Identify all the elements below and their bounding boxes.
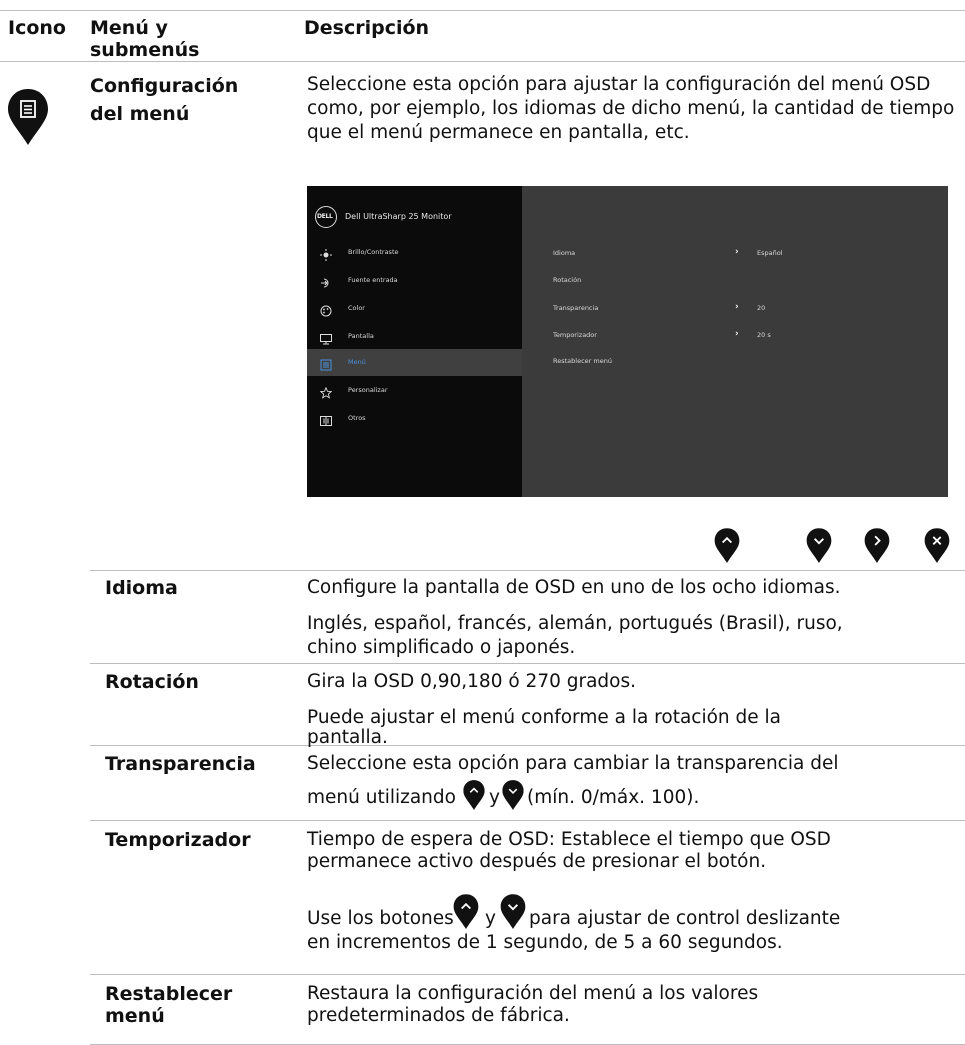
osd-submenu-reset: Restablecer menú bbox=[553, 357, 612, 365]
row-timer-line3b: y bbox=[485, 908, 496, 929]
row-name-language: Idioma bbox=[105, 577, 178, 599]
row-transparency-line2c: (mín. 0/máx. 100). bbox=[527, 787, 700, 808]
osd-menu-item-personalize: Personalizar bbox=[348, 386, 388, 394]
row-timer-line3a: Use los botones bbox=[307, 908, 454, 929]
row-language-line3: chino simplificado o japonés. bbox=[307, 637, 576, 658]
row-name-transparency: Transparencia bbox=[105, 753, 256, 775]
menu-list-icon bbox=[320, 356, 332, 371]
osd-left-panel bbox=[307, 186, 522, 497]
dell-logo: DELL bbox=[315, 206, 337, 228]
chevron-right-icon: › bbox=[735, 247, 739, 257]
osd-submenu-rotation: Rotación bbox=[553, 276, 582, 284]
row-transparency-line1: Seleccione esta opción para cambiar la t… bbox=[307, 753, 839, 774]
osd-submenu-language: Idioma bbox=[553, 249, 576, 257]
chevron-right-icon: › bbox=[735, 302, 739, 312]
others-icon bbox=[320, 412, 332, 426]
row-reset-line2: predeterminados de fábrica. bbox=[307, 1005, 570, 1026]
down-arrow-icon bbox=[806, 527, 832, 563]
display-icon bbox=[320, 330, 332, 345]
star-icon bbox=[319, 384, 333, 399]
color-palette-icon bbox=[320, 302, 332, 317]
input-source-icon bbox=[320, 274, 332, 288]
section-description: Seleccione esta opción para ajustar la c… bbox=[307, 74, 955, 143]
row-timer-line2: permanece activo después de presionar el… bbox=[307, 851, 767, 872]
header-description-column: Descripción bbox=[304, 17, 430, 39]
close-icon bbox=[924, 527, 950, 563]
section-title-line1: Configuración bbox=[90, 75, 239, 97]
up-arrow-icon bbox=[453, 893, 479, 929]
osd-value-timer: 20 s bbox=[757, 331, 771, 339]
row-rotation-line1: Gira la OSD 0,90,180 ó 270 grados. bbox=[307, 671, 637, 692]
row-transparency-line2a: menú utilizando bbox=[307, 787, 456, 808]
down-arrow-icon bbox=[500, 893, 526, 929]
row-name-reset-line2: menú bbox=[105, 1005, 165, 1027]
section-title-line2: del menú bbox=[90, 103, 190, 125]
row-language-line1: Configure la pantalla de OSD en uno de l… bbox=[307, 577, 841, 598]
up-arrow-icon bbox=[463, 779, 485, 810]
osd-menu-highlight bbox=[307, 349, 522, 376]
osd-value-transparency: 20 bbox=[757, 304, 766, 312]
osd-menu-item-input: Fuente entrada bbox=[348, 276, 398, 284]
header-icon-column: Icono bbox=[8, 17, 66, 39]
osd-submenu-timer: Temporizador bbox=[553, 331, 597, 339]
up-arrow-icon bbox=[714, 527, 740, 563]
down-arrow-icon bbox=[502, 779, 524, 810]
header-menu-column-line1: Menú y bbox=[90, 17, 168, 39]
osd-title: Dell UltraSharp 25 Monitor bbox=[345, 212, 452, 221]
header-menu-column-line2: submenús bbox=[90, 39, 200, 61]
row-rotation-line3: pantalla. bbox=[307, 727, 388, 748]
osd-menu-item-color: Color bbox=[348, 304, 365, 312]
row-language-line2: Inglés, español, francés, alemán, portug… bbox=[307, 613, 843, 634]
row-timer-line4: en incrementos de 1 segundo, de 5 a 60 s… bbox=[307, 932, 783, 953]
row-name-rotation: Rotación bbox=[105, 671, 199, 693]
row-reset-line1: Restaura la configuración del menú a los… bbox=[307, 983, 759, 1004]
osd-menu-item-menu: Menú bbox=[348, 358, 366, 366]
brightness-icon bbox=[320, 246, 332, 261]
right-arrow-icon bbox=[864, 527, 890, 563]
row-transparency-line2b: y bbox=[489, 787, 500, 808]
row-timer-line1: Tiempo de espera de OSD: Establece el ti… bbox=[307, 829, 831, 850]
osd-menu-item-brightness: Brillo/Contraste bbox=[348, 248, 399, 256]
osd-submenu-transparency: Transparencia bbox=[553, 304, 599, 312]
osd-menu-item-others: Otros bbox=[348, 414, 366, 422]
menu-list-icon bbox=[8, 82, 48, 150]
row-name-timer: Temporizador bbox=[105, 829, 251, 851]
row-timer-line3c: para ajustar de control deslizante bbox=[529, 908, 841, 929]
osd-menu-item-display: Pantalla bbox=[348, 332, 374, 340]
row-name-reset-line1: Restablecer bbox=[105, 983, 233, 1005]
chevron-right-icon: › bbox=[735, 329, 739, 339]
osd-value-language: Español bbox=[757, 249, 783, 257]
osd-screenshot: DELL Dell UltraSharp 25 Monitor Brillo/C… bbox=[307, 186, 948, 497]
